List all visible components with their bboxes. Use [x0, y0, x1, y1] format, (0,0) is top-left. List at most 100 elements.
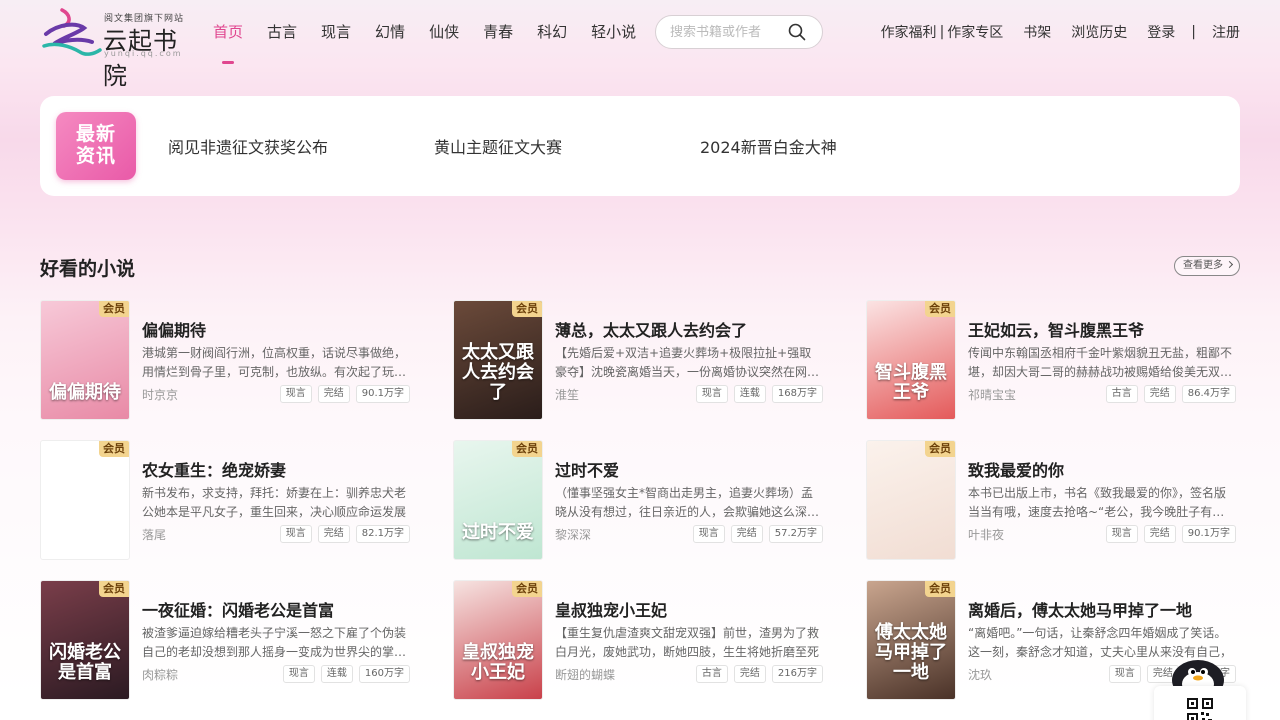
search-icon[interactable]	[788, 23, 806, 41]
book-genre-tag: 现言	[282, 665, 315, 683]
book-cover[interactable]: 会员	[866, 440, 956, 560]
book-status-tag: 完结	[730, 525, 763, 543]
book-title[interactable]: 偏偏期待	[142, 317, 206, 341]
news-item-2[interactable]: 黄山主题征文大赛	[434, 134, 562, 158]
vip-badge: 会员	[512, 441, 542, 457]
nav-fantasy-romance[interactable]: 幻情	[375, 0, 405, 64]
book-status-tag: 连载	[733, 385, 766, 403]
book-author[interactable]: 叶非夜	[968, 526, 1004, 543]
book-wordcount-tag: 160万字	[358, 665, 410, 683]
nav-home[interactable]: 首页	[213, 0, 243, 64]
book-tags: 现言 完结 82.1万字	[274, 525, 410, 543]
book-wordcount-tag: 216万字	[771, 665, 823, 683]
search-input[interactable]	[670, 23, 790, 41]
user-links: 作家福利 | 作家专区 书架 浏览历史 登录 | 注册	[881, 0, 1240, 64]
book-card[interactable]: 智斗腹黑王爷 会员 王妃如云，智斗腹黑王爷 传闻中东翰国丞相府千金叶紫烟貌丑无盐，粗鄙…	[866, 300, 1236, 420]
nav-modern-romance[interactable]: 现言	[321, 0, 351, 64]
vip-badge: 会员	[99, 301, 129, 317]
news-item-1[interactable]: 阅见非遗征文获奖公布	[168, 134, 328, 158]
book-description: 新书发布，求支持，拜托：娇妻在上：驯养忠犬老公她本是平凡女子，重生回来，决心顺应…	[142, 486, 407, 519]
book-cover[interactable]: 过时不爱 会员	[453, 440, 543, 560]
nav-youth[interactable]: 青春	[483, 0, 513, 64]
book-wordcount-tag: 82.1万字	[355, 525, 410, 543]
news-card: 最新 资讯 阅见非遗征文获奖公布 黄山主题征文大赛 2024新晋白金大神	[40, 96, 1240, 196]
book-author[interactable]: 沈玖	[968, 666, 992, 683]
nav-light-novel[interactable]: 轻小说	[591, 0, 636, 64]
book-status-tag: 完结	[1143, 385, 1176, 403]
book-cover-title: 皇叔独宠小王妃	[462, 642, 534, 683]
author-zone-link[interactable]: 作家专区	[947, 22, 1003, 42]
book-cover-title: 智斗腹黑王爷	[875, 362, 947, 403]
book-author[interactable]: 黎深深	[555, 526, 591, 543]
book-title[interactable]: 皇叔独宠小王妃	[555, 597, 667, 621]
register-link[interactable]: 注册	[1212, 22, 1240, 42]
book-title[interactable]: 薄总，太太又跟人去约会了	[555, 317, 747, 341]
book-title[interactable]: 王妃如云，智斗腹黑王爷	[968, 317, 1144, 341]
author-benefits-link[interactable]: 作家福利	[881, 22, 937, 42]
book-card[interactable]: 太太又跟人去约会了 会员 薄总，太太又跟人去约会了【先婚后爱+双洁+追妻火葬场+极限…	[453, 300, 823, 420]
nav-xianxia[interactable]: 仙侠	[429, 0, 459, 64]
book-card[interactable]: 会员 致我最爱的你本书已出版上市，书名《致我最爱的你》，签名版当当有哦，速度去抢咯…	[866, 440, 1236, 560]
book-genre-tag: 现言	[279, 385, 312, 403]
book-title[interactable]: 农女重生：绝宠娇妻	[142, 457, 286, 481]
vip-badge: 会员	[925, 441, 955, 457]
vip-badge: 会员	[99, 581, 129, 597]
book-title[interactable]: 离婚后，傅太太她马甲掉了一地	[968, 597, 1192, 621]
book-cover[interactable]: 会员	[40, 440, 130, 560]
book-genre-tag: 古言	[695, 665, 728, 683]
history-link[interactable]: 浏览历史	[1071, 22, 1127, 42]
book-genre-tag: 现言	[1105, 525, 1138, 543]
book-genre-tag: 现言	[695, 385, 728, 403]
book-status-tag: 完结	[1143, 525, 1176, 543]
nav-scifi[interactable]: 科幻	[537, 0, 567, 64]
bookshelf-link[interactable]: 书架	[1023, 22, 1051, 42]
book-author[interactable]: 祁晴宝宝	[968, 386, 1016, 403]
news-badge: 最新 资讯	[56, 112, 136, 180]
chevron-right-icon	[1225, 260, 1234, 269]
book-author[interactable]: 淮笙	[555, 386, 579, 403]
nav-ancient-romance[interactable]: 古言	[267, 0, 297, 64]
news-item-3[interactable]: 2024新晋白金大神	[700, 134, 837, 158]
book-card[interactable]: 闪婚老公是首富 会员 一夜征婚：闪婚老公是首富 被渣爹逼迫嫁给糟老头子宁溪一怒之下雇了…	[40, 580, 410, 700]
book-genre-tag: 现言	[279, 525, 312, 543]
book-description: 本书已出版上市，书名《致我最爱的你》，签名版当当有哦，速度去抢咯~“老公，我今晚…	[968, 486, 1227, 519]
book-card[interactable]: 偏偏期待 会员 偏偏期待 港城第一财阀阎行洲，位高权重，话说尽事做绝，用情烂到骨子里，…	[40, 300, 410, 420]
book-author[interactable]: 落尾	[142, 526, 166, 543]
book-tags: 古言 完结 216万字	[690, 665, 823, 683]
book-cover-title: 偏偏期待	[49, 382, 121, 403]
book-author[interactable]: 时京京	[142, 386, 178, 403]
view-more-button[interactable]: 查看更多	[1174, 256, 1240, 276]
book-wordcount-tag: 57.2万字	[768, 525, 823, 543]
book-cover[interactable]: 太太又跟人去约会了 会员	[453, 300, 543, 420]
book-tags: 现言 连载 160万字	[277, 665, 410, 683]
book-genre-tag: 现言	[692, 525, 725, 543]
book-cover[interactable]: 闪婚老公是首富 会员	[40, 580, 130, 700]
book-card[interactable]: 过时不爱 会员 过时不爱 （懂事坚强女主*智商出走男主，追妻火葬场）孟晓从没有想过，往…	[453, 440, 823, 560]
book-card[interactable]: 皇叔独宠小王妃 会员 皇叔独宠小王妃 【重生复仇虐渣爽文甜宠双强】前世，渣男为了救白月…	[453, 580, 823, 700]
main-nav: 首页 古言 现言 幻情 仙侠 青春 科幻 轻小说	[213, 0, 660, 64]
book-author[interactable]: 断翅的蝴蝶	[555, 666, 615, 683]
book-title[interactable]: 过时不爱	[555, 457, 619, 481]
book-tags: 现言 完结 90.1万字	[274, 385, 410, 403]
book-tags: 现言 连载 168万字	[690, 385, 823, 403]
login-link[interactable]: 登录	[1147, 22, 1175, 42]
book-author[interactable]: 肉粽粽	[142, 666, 178, 683]
book-cover[interactable]: 皇叔独宠小王妃 会员	[453, 580, 543, 700]
book-title[interactable]: 一夜征婚：闪婚老公是首富	[142, 597, 334, 621]
news-badge-line2: 资讯	[75, 145, 116, 167]
book-card[interactable]: 会员 农女重生：绝宠娇妻新书发布，求支持，拜托：娇妻在上：驯养忠犬老公她本是平凡女…	[40, 440, 410, 560]
penguin-mascot-icon[interactable]	[1168, 650, 1228, 690]
book-cover[interactable]: 傅太太她马甲掉了一地 会员	[866, 580, 956, 700]
book-cover[interactable]: 偏偏期待 会员	[40, 300, 130, 420]
book-wordcount-tag: 86.4万字	[1181, 385, 1236, 403]
book-description: 港城第一财阀阎行洲，位高权重，话说尽事做绝，用情烂到骨子里，可克制，也放纵。有次…	[142, 346, 407, 379]
book-genre-tag: 古言	[1105, 385, 1138, 403]
vip-badge: 会员	[99, 441, 129, 457]
book-status-tag: 完结	[317, 525, 350, 543]
book-title[interactable]: 致我最爱的你	[968, 457, 1064, 481]
book-cover[interactable]: 智斗腹黑王爷 会员	[866, 300, 956, 420]
qr-code-panel[interactable]	[1154, 686, 1246, 720]
site-logo[interactable]: 阅文集团旗下网站 云起书院 yunqi.qq.com	[40, 4, 185, 90]
book-cover-title: 过时不爱	[462, 522, 534, 543]
book-description: 【先婚后爱+双洁+追妻火葬场+极限拉扯+强取豪夺】沈晚瓷离婚当天，一份离婚协议突…	[555, 346, 820, 379]
